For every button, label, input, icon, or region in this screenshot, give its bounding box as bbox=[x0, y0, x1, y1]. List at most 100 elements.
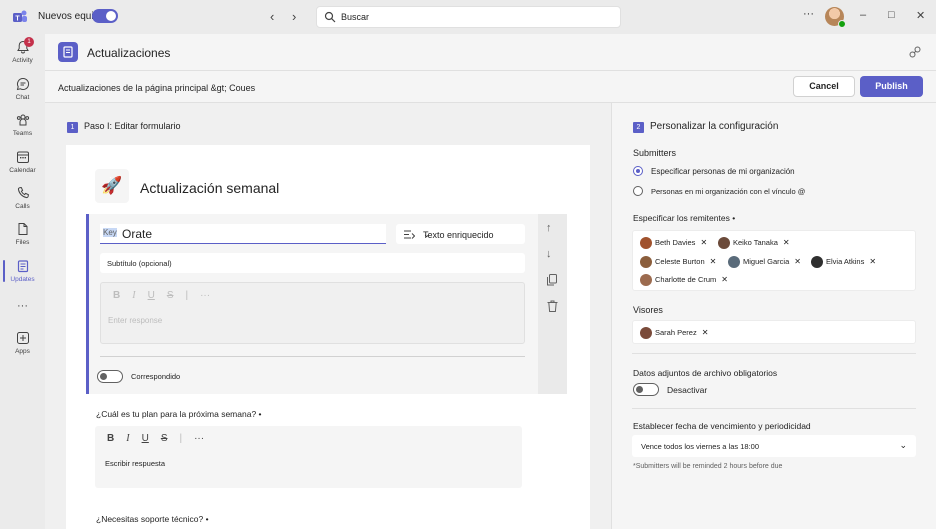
rail-item-updates[interactable]: Updates bbox=[0, 259, 45, 283]
rail-item-label: Chat bbox=[15, 94, 30, 101]
rail-item-label: Teams bbox=[12, 130, 33, 137]
strikethrough-icon: S bbox=[166, 290, 174, 301]
rail-more-apps-icon[interactable]: ··· bbox=[0, 300, 45, 312]
divider bbox=[100, 356, 525, 357]
rail-item-label: Activity bbox=[12, 57, 33, 64]
radio-link-people[interactable] bbox=[633, 186, 643, 196]
strikethrough-icon[interactable]: S bbox=[161, 433, 168, 444]
underline-icon[interactable]: U bbox=[142, 433, 149, 444]
user-avatar[interactable] bbox=[825, 7, 846, 28]
subtitle-input[interactable]: Subtítulo (opcional) bbox=[100, 253, 525, 273]
move-down-icon[interactable]: ↓ bbox=[546, 248, 552, 260]
remove-icon[interactable]: ✕ bbox=[702, 328, 709, 337]
avatar bbox=[640, 237, 652, 249]
new-teams-toggle[interactable] bbox=[92, 9, 118, 23]
radio-specify-people[interactable] bbox=[633, 166, 643, 176]
rail-item-teams[interactable]: Teams bbox=[0, 113, 45, 137]
attachments-toggle[interactable] bbox=[633, 383, 659, 396]
required-label: Correspondido bbox=[131, 372, 181, 381]
breadcrumb[interactable]: Actualizaciones de la página principal &… bbox=[58, 83, 255, 93]
format-toolbar: B I U S | ··· bbox=[107, 433, 216, 444]
italic-icon[interactable]: I bbox=[126, 433, 129, 444]
person-pill: Miguel Garcia ✕ bbox=[728, 255, 801, 269]
avatar bbox=[718, 237, 730, 249]
rail-item-label: Files bbox=[15, 239, 30, 246]
form-title[interactable]: Actualización semanal bbox=[140, 180, 279, 196]
bold-icon: B bbox=[113, 290, 121, 301]
avatar bbox=[640, 327, 652, 339]
close-icon[interactable]: ✕ bbox=[916, 9, 925, 22]
viewers-picker[interactable]: Sarah Perez ✕ bbox=[632, 320, 916, 344]
question-name-value: Orate bbox=[122, 227, 153, 241]
rail-item-chat[interactable]: Chat bbox=[0, 77, 45, 101]
teams-logo-icon: T bbox=[13, 10, 27, 23]
chevron-down-icon: ⌄ bbox=[899, 440, 907, 450]
remove-icon[interactable]: ✕ bbox=[794, 257, 801, 266]
format-toolbar: B I U S | ··· bbox=[113, 290, 222, 301]
question-3-label: ¿Necesitas soporte técnico? • bbox=[96, 514, 209, 524]
divider bbox=[632, 353, 916, 354]
cancel-button[interactable]: Cancel bbox=[793, 76, 855, 97]
submitters-picker[interactable]: Beth Davies ✕ Keiko Tanaka ✕ Celeste Burto… bbox=[632, 230, 916, 291]
due-date-dropdown[interactable]: Vence todos los viernes a las 18:00 ⌄ bbox=[632, 435, 916, 457]
copy-link-icon[interactable] bbox=[908, 45, 922, 59]
subtitle-placeholder: Subtítulo (opcional) bbox=[107, 259, 172, 268]
remove-icon[interactable]: ✕ bbox=[710, 257, 717, 266]
attachments-label: Datos adjuntos de archivo obligatorios bbox=[633, 368, 778, 378]
move-up-icon[interactable]: ↑ bbox=[546, 222, 552, 234]
rail-item-calendar[interactable]: Calendar bbox=[0, 150, 45, 174]
person-pill: Sarah Perez ✕ bbox=[640, 326, 708, 340]
response-placeholder: Enter response bbox=[108, 316, 163, 325]
back-arrow-icon[interactable]: ‹ bbox=[270, 9, 274, 24]
activity-badge: 1 bbox=[24, 37, 34, 47]
chevron-down-icon: ⌄ bbox=[423, 229, 431, 239]
search-input[interactable]: Buscar bbox=[316, 6, 621, 28]
app-header: Actualizaciones bbox=[45, 34, 936, 71]
step-2-title: Personalizar la configuración bbox=[650, 121, 779, 132]
question-type-dropdown[interactable]: Texto enriquecido ⌄ bbox=[396, 224, 525, 244]
question-tools: ↑ ↓ bbox=[538, 214, 567, 394]
more-options-icon[interactable]: ··· bbox=[803, 8, 814, 20]
form-card: 🚀 Actualización semanal Key Orate Texto … bbox=[66, 145, 590, 529]
rail-item-activity[interactable]: 1 Activity bbox=[0, 37, 45, 64]
rail-item-label: Calendar bbox=[9, 167, 36, 174]
search-placeholder: Buscar bbox=[341, 12, 370, 22]
required-toggle[interactable] bbox=[97, 370, 123, 383]
question-name-input[interactable]: Key Orate bbox=[100, 224, 386, 244]
step-number-badge: 1 bbox=[67, 122, 78, 133]
attachments-toggle-label: Desactivar bbox=[667, 385, 708, 395]
due-date-value: Vence todos los viernes a las 18:00 bbox=[641, 442, 759, 451]
remove-icon[interactable]: ✕ bbox=[869, 257, 876, 266]
phone-icon bbox=[17, 186, 29, 199]
avatar bbox=[640, 274, 652, 286]
step-1-title: Paso I: Editar formulario bbox=[84, 121, 181, 131]
bold-icon[interactable]: B bbox=[107, 433, 114, 444]
rail-item-files[interactable]: Files bbox=[0, 222, 45, 246]
rail-item-apps[interactable]: Apps bbox=[0, 331, 45, 355]
more-format-icon[interactable]: ··· bbox=[194, 433, 204, 444]
chat-icon bbox=[16, 77, 29, 91]
question-2-editor[interactable]: B I U S | ··· Escribir respuesta bbox=[95, 426, 522, 488]
title-bar: T Nuevos equipos ‹ › Buscar ··· – □ ✕ bbox=[0, 0, 936, 34]
teams-icon bbox=[16, 114, 29, 126]
maximize-icon[interactable]: □ bbox=[888, 9, 895, 21]
forward-arrow-icon[interactable]: › bbox=[292, 9, 296, 24]
due-date-label: Establecer fecha de vencimiento y period… bbox=[633, 421, 811, 431]
divider: | bbox=[179, 433, 183, 444]
radio-specify-people-label: Especificar personas de mi organización bbox=[651, 167, 795, 176]
specify-submitters-label: Especificar los remitentes • bbox=[633, 213, 736, 223]
rail-item-label: Calls bbox=[15, 203, 30, 210]
remove-icon[interactable]: ✕ bbox=[700, 238, 707, 247]
duplicate-icon[interactable] bbox=[547, 274, 557, 289]
remove-icon[interactable]: ✕ bbox=[721, 275, 728, 284]
rail-item-label: Updates bbox=[10, 276, 35, 283]
rail-item-calls[interactable]: Calls bbox=[0, 186, 45, 210]
publish-button[interactable]: Publish bbox=[860, 76, 923, 97]
app-title: Actualizaciones bbox=[87, 46, 171, 60]
presence-available-icon bbox=[838, 20, 846, 28]
rocket-icon[interactable]: 🚀 bbox=[95, 169, 129, 203]
minimize-icon[interactable]: – bbox=[860, 9, 866, 21]
person-pill: Celeste Burton ✕ bbox=[640, 255, 716, 269]
remove-icon[interactable]: ✕ bbox=[783, 238, 790, 247]
delete-icon[interactable] bbox=[547, 300, 558, 315]
